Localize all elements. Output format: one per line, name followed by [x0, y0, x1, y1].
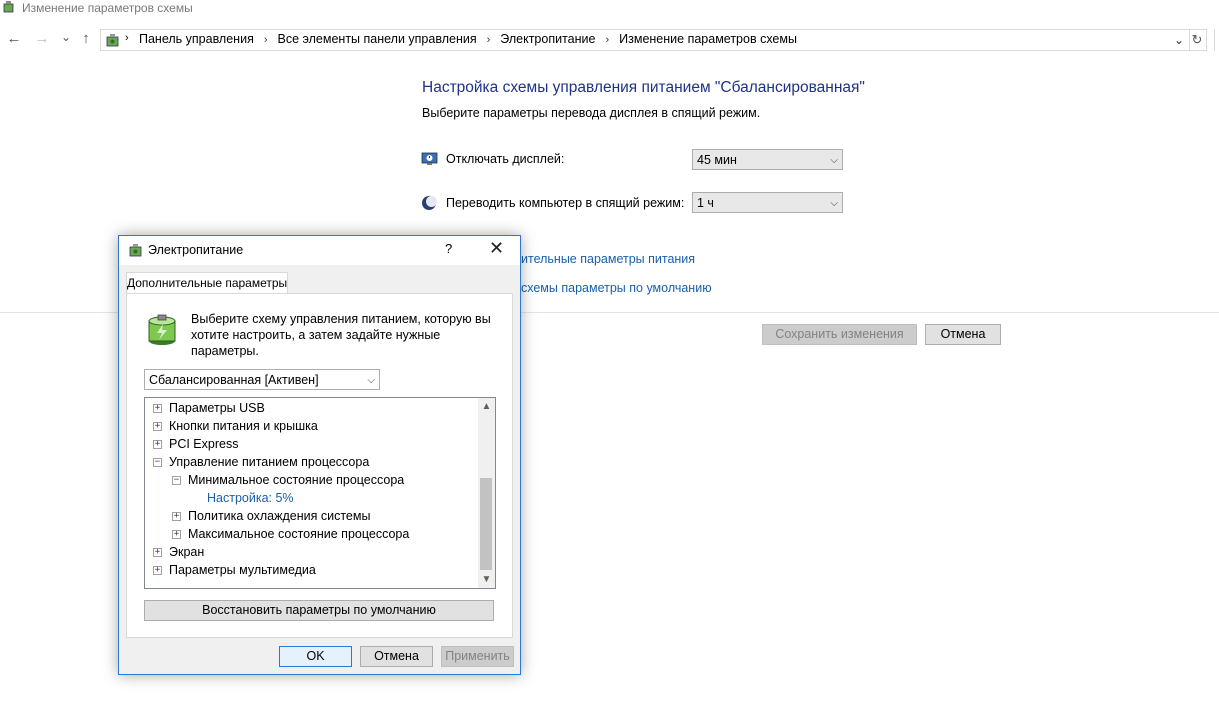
expand-icon[interactable]: +: [153, 440, 162, 449]
close-icon[interactable]: ✕: [489, 238, 504, 259]
address-dropdown-icon[interactable]: ⌄: [1171, 30, 1187, 50]
cancel-button[interactable]: Отмена: [360, 646, 433, 667]
chevron-right-icon: ›: [486, 34, 491, 46]
search-box-edge: [1214, 29, 1219, 51]
help-icon[interactable]: ?: [445, 241, 452, 256]
tree-item-label: Политика охлаждения системы: [188, 509, 371, 523]
recent-locations-icon[interactable]: ⌄: [56, 27, 76, 47]
chevron-right-icon: ›: [605, 34, 610, 46]
control-panel-icon: [106, 34, 119, 47]
chevron-down-icon: ⌵: [367, 375, 375, 386]
tree-item-label: Минимальное состояние процессора: [188, 473, 405, 487]
expand-icon[interactable]: +: [153, 422, 162, 431]
breadcrumb: Панель управления › Все элементы панели уп…: [139, 32, 797, 46]
cancel-button[interactable]: Отмена: [925, 324, 1001, 345]
tree-item-label: Управление питанием процессора: [169, 455, 370, 469]
breadcrumb-power-options[interactable]: Электропитание: [500, 32, 595, 46]
dialog-description: Выберите схему управления питанием, кото…: [191, 312, 491, 358]
expand-icon[interactable]: +: [172, 512, 181, 521]
tree-item-label: Параметры USB: [169, 401, 265, 415]
settings-tree: + Параметры USB + Кнопки питания и крышк…: [144, 397, 496, 589]
apply-button[interactable]: Применить: [441, 646, 514, 667]
address-bar[interactable]: › Панель управления › Все элементы панели …: [100, 29, 1190, 51]
sleep-value: 1 ч: [697, 196, 714, 210]
display-off-value: 45 мин: [697, 153, 737, 167]
expand-icon[interactable]: +: [153, 404, 162, 413]
sleep-select[interactable]: 1 ч ⌵: [692, 192, 843, 213]
restore-defaults-button[interactable]: Восстановить параметры по умолчанию: [144, 600, 494, 621]
tree-item-label: Максимальное состояние процессора: [188, 527, 410, 541]
tree-item-label: Экран: [169, 545, 205, 559]
breadcrumb-all-items[interactable]: Все элементы панели управления: [278, 32, 477, 46]
save-changes-button[interactable]: Сохранить изменения: [762, 324, 917, 345]
tree-item-label: PCI Express: [169, 437, 239, 451]
window-title: Изменение параметров схемы: [22, 1, 193, 15]
forward-icon[interactable]: →: [32, 29, 52, 49]
expand-icon[interactable]: +: [153, 548, 162, 557]
page-subtitle: Выберите параметры перевода дисплея в сп…: [422, 106, 761, 120]
chevron-down-icon: ⌵: [830, 155, 838, 166]
breadcrumb-edit-plan[interactable]: Изменение параметров схемы: [619, 32, 797, 46]
scroll-up-icon[interactable]: ▲: [478, 398, 495, 415]
moon-icon: [422, 196, 437, 210]
display-off-select[interactable]: 45 мин ⌵: [692, 149, 843, 170]
up-icon[interactable]: ↑: [76, 29, 96, 49]
tree-item-label: Параметры мультимедиа: [169, 563, 316, 577]
power-options-icon: [129, 244, 142, 257]
scroll-down-icon[interactable]: ▼: [478, 571, 495, 588]
scheme-select[interactable]: Сбалансированная [Активен] ⌵: [144, 369, 380, 390]
collapse-icon[interactable]: −: [153, 458, 162, 467]
page-title: Настройка схемы управления питанием "Сба…: [422, 79, 865, 96]
sleep-label: Переводить компьютер в спящий режим:: [446, 196, 685, 210]
chevron-right-icon: ›: [263, 34, 268, 46]
battery-icon: [148, 314, 176, 345]
setting-value-label[interactable]: Настройка: 5%: [207, 489, 294, 507]
power-options-icon: [3, 1, 14, 13]
back-icon[interactable]: ←: [4, 29, 24, 49]
advanced-settings-link[interactable]: ительные параметры питания: [521, 252, 695, 266]
display-off-label: Отключать дисплей:: [446, 152, 565, 166]
dialog-title: Электропитание: [148, 243, 244, 257]
display-icon: [421, 152, 438, 165]
scrollbar-thumb[interactable]: [480, 478, 492, 570]
collapse-icon[interactable]: −: [172, 476, 181, 485]
expand-icon[interactable]: +: [172, 530, 181, 539]
expand-icon[interactable]: +: [153, 566, 162, 575]
refresh-icon[interactable]: ↻: [1188, 29, 1207, 51]
tree-item-label: Кнопки питания и крышка: [169, 419, 318, 433]
power-options-dialog: Электропитание ? ✕ Дополнительные параме…: [118, 235, 521, 675]
breadcrumb-control-panel[interactable]: Панель управления: [139, 32, 254, 46]
ok-button[interactable]: OK: [279, 646, 352, 667]
restore-defaults-link[interactable]: схемы параметры по умолчанию: [521, 281, 712, 295]
chevron-down-icon: ⌵: [830, 198, 838, 209]
tree-scrollbar[interactable]: ▲ ▼: [478, 398, 495, 588]
scheme-value: Сбалансированная [Активен]: [149, 373, 319, 387]
tab-advanced-settings[interactable]: Дополнительные параметры: [126, 272, 288, 294]
tab-panel: Выберите схему управления питанием, кото…: [126, 293, 513, 638]
chevron-right-icon: ›: [125, 32, 129, 44]
